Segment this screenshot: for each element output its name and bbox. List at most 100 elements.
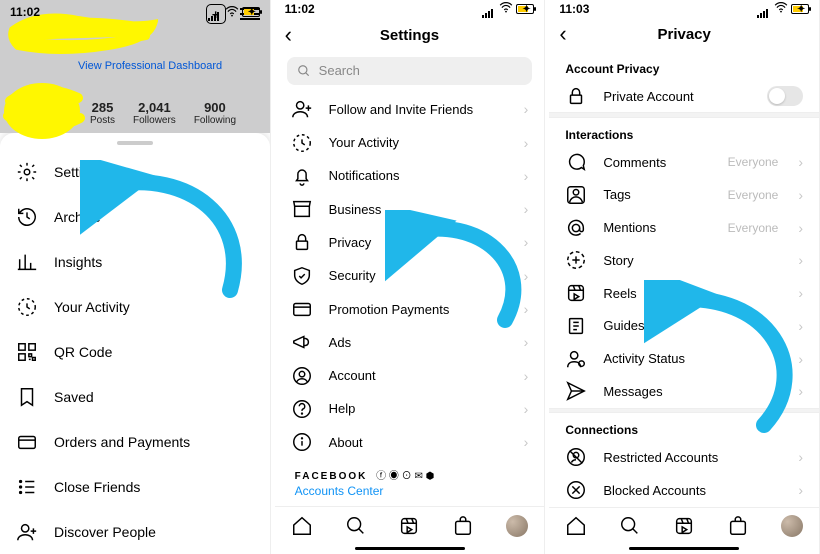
wifi-icon (225, 5, 239, 20)
privacy-activity-status[interactable]: Activity Status› (549, 342, 819, 375)
nav-home-icon[interactable] (290, 514, 314, 538)
clock: 11:02 (285, 2, 315, 16)
row-value: Everyone (728, 188, 779, 202)
menu-orders[interactable]: Orders and Payments (0, 419, 270, 464)
chevron-right-icon: › (524, 234, 529, 250)
menu-qr[interactable]: QR Code (0, 329, 270, 374)
privacy-comments[interactable]: CommentsEveryone› (549, 146, 819, 179)
professional-dashboard-link[interactable]: View Professional Dashboard (78, 60, 222, 72)
privacy-guides[interactable]: Guides› (549, 309, 819, 342)
battery-icon: ✦ (242, 7, 260, 17)
privacy-blocked[interactable]: Blocked Accounts› (549, 474, 819, 507)
stat-posts[interactable]: 285Posts (90, 100, 115, 126)
privacy-restricted[interactable]: Restricted Accounts› (549, 441, 819, 474)
settings-help[interactable]: Help› (275, 392, 545, 425)
chevron-right-icon: › (524, 135, 529, 151)
nav-header: ‹ Settings (275, 18, 545, 53)
nav-profile-avatar[interactable] (505, 514, 529, 538)
settings-activity[interactable]: Your Activity› (275, 126, 545, 159)
settings-payments[interactable]: Promotion Payments› (275, 292, 545, 325)
sheet-handle[interactable] (117, 141, 153, 145)
send-icon (565, 380, 587, 402)
nav-profile-avatar[interactable] (780, 514, 804, 538)
row-label: About (329, 435, 508, 450)
nav-shop-icon[interactable] (451, 514, 475, 538)
settings-ads[interactable]: Ads› (275, 326, 545, 359)
card-icon (291, 298, 313, 320)
settings-business[interactable]: Business › (275, 192, 545, 225)
back-button[interactable]: ‹ (559, 21, 566, 47)
chevron-right-icon: › (798, 383, 803, 399)
menu-settings[interactable]: Settings (0, 149, 270, 194)
nav-home-icon[interactable] (564, 514, 588, 538)
adduser-icon (291, 98, 313, 120)
menu-label: Settings (54, 164, 105, 180)
row-label: Tags (603, 187, 711, 202)
privacy-mentions[interactable]: MentionsEveryone› (549, 211, 819, 244)
menu-activity[interactable]: Your Activity (0, 284, 270, 329)
chevron-right-icon: › (524, 268, 529, 284)
status-bar: 11:02 ✦ (0, 2, 270, 22)
chevron-right-icon: › (524, 201, 529, 217)
bell-icon (291, 165, 313, 187)
row-label: Story (603, 253, 782, 268)
nav-reels-icon[interactable] (672, 514, 696, 538)
menu-label: Saved (54, 389, 94, 405)
chevron-right-icon: › (798, 187, 803, 203)
search-input[interactable]: Search (287, 57, 533, 85)
settings-account[interactable]: Account› (275, 359, 545, 392)
story-icon (565, 249, 587, 271)
privacy-story[interactable]: Story› (549, 244, 819, 277)
privacy-private-account[interactable]: Private Account (549, 80, 819, 113)
nav-reels-icon[interactable] (397, 514, 421, 538)
nav-search-icon[interactable] (344, 514, 368, 538)
shield-icon (291, 265, 313, 287)
settings-follow-invite[interactable]: Follow and Invite Friends› (275, 93, 545, 126)
screen-settings: 11:02 ✦ ‹ Settings Search Follow and Inv… (275, 0, 546, 554)
page-title: Settings (380, 27, 439, 44)
search-icon (297, 64, 311, 78)
chevron-right-icon: › (524, 301, 529, 317)
activity-icon (291, 132, 313, 154)
section-connections: Connections (549, 413, 819, 441)
battery-icon: ✦ (516, 4, 534, 14)
stat-followers[interactable]: 2,041Followers (133, 100, 176, 126)
settings-security[interactable]: Security› (275, 259, 545, 292)
settings-privacy[interactable]: Privacy› (275, 226, 545, 259)
menu-label: Your Activity (54, 299, 130, 315)
section-interactions: Interactions (549, 118, 819, 146)
row-label: Account (329, 368, 508, 383)
menu-archive[interactable]: Archive (0, 194, 270, 239)
menu-discover[interactable]: Discover People (0, 509, 270, 554)
nav-search-icon[interactable] (618, 514, 642, 538)
signal-icon (482, 4, 496, 14)
back-button[interactable]: ‹ (285, 22, 292, 48)
menu-insights[interactable]: Insights (0, 239, 270, 284)
privacy-reels[interactable]: Reels› (549, 277, 819, 310)
gear-icon (16, 161, 38, 183)
settings-about[interactable]: About› (275, 426, 545, 459)
privacy-tags[interactable]: Tags Everyone › (549, 179, 819, 212)
signal-icon (757, 4, 771, 14)
account-icon (291, 365, 313, 387)
qr-icon (16, 341, 38, 363)
accounts-center-link[interactable]: Accounts Center (295, 484, 525, 498)
row-label: Business (329, 202, 508, 217)
privacy-messages[interactable]: Messages › (549, 375, 819, 408)
chevron-right-icon: › (798, 220, 803, 236)
stat-following[interactable]: 900Following (194, 100, 236, 126)
row-value: Everyone (728, 155, 779, 169)
menu-close-friends[interactable]: Close Friends (0, 464, 270, 509)
toggle-switch[interactable] (767, 86, 803, 106)
redaction-scribble (0, 76, 90, 146)
row-label: Mentions (603, 220, 711, 235)
reels-icon (565, 282, 587, 304)
clock: 11:03 (559, 2, 589, 16)
row-label: Messages (603, 384, 782, 399)
nav-header: ‹ Privacy (549, 17, 819, 51)
settings-notifications[interactable]: Notifications› (275, 159, 545, 192)
menu-saved[interactable]: Saved (0, 374, 270, 419)
card-icon (16, 431, 38, 453)
nav-shop-icon[interactable] (726, 514, 750, 538)
archive-icon (16, 206, 38, 228)
